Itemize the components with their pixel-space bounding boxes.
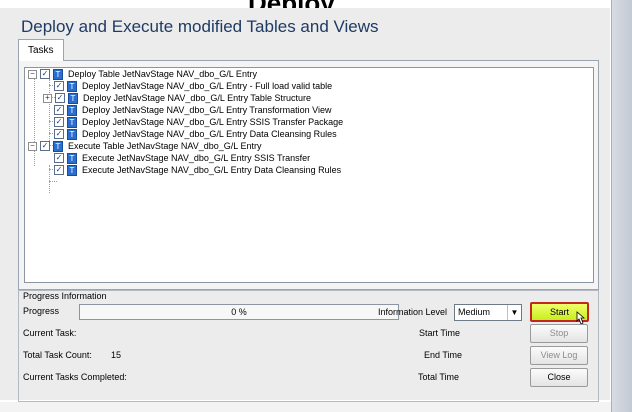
tree-connector: [49, 181, 57, 182]
window-bottom-edge: [0, 402, 611, 412]
total-task-count-label: Total Task Count:: [23, 350, 92, 360]
group-title: Progress Information: [23, 291, 107, 301]
start-button-label: Start: [549, 307, 569, 317]
tree-connector: [49, 79, 50, 149]
stop-button[interactable]: Stop: [530, 324, 588, 343]
tree-node-label: Execute Table JetNavStage NAV_dbo_G/L En…: [68, 141, 262, 151]
table-task-icon: T: [67, 80, 77, 92]
tree-node[interactable]: ✓ T Deploy JetNavStage NAV_dbo_G/L Entry…: [54, 116, 343, 128]
table-task-icon: T: [67, 164, 77, 176]
tree-node-label: Deploy JetNavStage NAV_dbo_G/L Entry SSI…: [82, 117, 344, 127]
progress-information-group: Progress Information Progress 0 % Inform…: [18, 290, 599, 402]
checkbox[interactable]: ✓: [54, 81, 64, 91]
current-tasks-completed-label: Current Tasks Completed:: [23, 372, 127, 382]
tree-node-label: Execute JetNavStage NAV_dbo_G/L Entry SS…: [82, 153, 311, 163]
task-tree[interactable]: − ✓ T Deploy Table JetNavStage NAV_dbo_G…: [24, 67, 594, 283]
table-task-icon: T: [67, 104, 77, 116]
tree-node-label: Deploy JetNavStage NAV_dbo_G/L Entry Dat…: [82, 129, 337, 139]
tree-node[interactable]: ✓ T Deploy JetNavStage NAV_dbo_G/L Entry…: [54, 104, 331, 116]
table-task-icon: T: [53, 68, 63, 80]
tree-node[interactable]: ✓ T Deploy JetNavStage NAV_dbo_G/L Entry…: [54, 128, 337, 140]
tree-node[interactable]: ✓ T Deploy JetNavStage NAV_dbo_G/L Entry…: [54, 80, 332, 92]
collapse-icon[interactable]: −: [28, 141, 37, 151]
total-task-count-value: 15: [111, 350, 122, 360]
dropdown-arrow-icon[interactable]: ▼: [507, 305, 521, 320]
tree-node[interactable]: ✓ T Execute JetNavStage NAV_dbo_G/L Entr…: [54, 152, 310, 164]
progress-label: Progress: [23, 306, 60, 316]
tree-node[interactable]: − ✓ T Execute Table JetNavStage NAV_dbo_…: [28, 140, 261, 152]
tree-connector: [34, 79, 35, 166]
progress-bar: 0 %: [79, 304, 399, 320]
collapse-icon[interactable]: −: [28, 69, 37, 79]
window-frame-edge: [611, 0, 632, 412]
tree-node-label: Execute JetNavStage NAV_dbo_G/L Entry Da…: [82, 165, 342, 175]
checkbox[interactable]: ✓: [54, 117, 64, 127]
checkbox[interactable]: ✓: [40, 141, 50, 151]
end-time-label: End Time: [424, 350, 463, 360]
start-button[interactable]: Start: [530, 302, 589, 325]
tasks-panel: − ✓ T Deploy Table JetNavStage NAV_dbo_G…: [18, 60, 599, 290]
tree-node[interactable]: ✓ T Execute JetNavStage NAV_dbo_G/L Entr…: [54, 164, 341, 176]
dialog-title: Deploy and Execute modified Tables and V…: [21, 17, 379, 36]
tree-node-label: Deploy JetNavStage NAV_dbo_G/L Entry - F…: [82, 81, 333, 91]
table-task-icon: T: [67, 128, 77, 140]
table-task-icon: T: [67, 116, 77, 128]
checkbox[interactable]: ✓: [54, 165, 64, 175]
tree-node[interactable]: − ✓ T Deploy Table JetNavStage NAV_dbo_G…: [28, 68, 257, 80]
information-level-select[interactable]: Medium ▼: [454, 304, 522, 321]
information-level-value: Medium: [458, 307, 491, 317]
checkbox[interactable]: ✓: [54, 129, 64, 139]
tree-node-label: Deploy JetNavStage NAV_dbo_G/L Entry Tra…: [82, 105, 332, 115]
tree-node[interactable]: + ✓ T Deploy JetNavStage NAV_dbo_G/L Ent…: [43, 92, 311, 104]
deploy-dialog: Deploy and Execute modified Tables and V…: [0, 8, 610, 410]
tree-node-label: Deploy Table JetNavStage NAV_dbo_G/L Ent…: [68, 69, 257, 79]
table-task-icon: T: [68, 92, 78, 104]
checkbox[interactable]: ✓: [40, 69, 50, 79]
checkbox[interactable]: ✓: [54, 105, 64, 115]
table-task-icon: T: [53, 140, 63, 152]
information-level-label: Information Level: [378, 307, 448, 317]
total-time-label: Total Time: [418, 372, 460, 382]
checkbox[interactable]: ✓: [54, 153, 64, 163]
current-task-label: Current Task:: [23, 328, 77, 338]
background-window-strip: Deploy: [0, 0, 632, 18]
tree-node-label: Deploy JetNavStage NAV_dbo_G/L Entry Tab…: [83, 93, 311, 103]
start-time-label: Start Time: [419, 328, 461, 338]
checkbox[interactable]: ✓: [55, 93, 65, 103]
expand-icon[interactable]: +: [43, 93, 52, 103]
close-button[interactable]: Close: [530, 368, 588, 387]
table-task-icon: T: [67, 152, 77, 164]
view-log-button[interactable]: View Log: [530, 346, 588, 365]
tab-tasks[interactable]: Tasks: [18, 39, 64, 61]
progress-percent: 0 %: [231, 307, 247, 317]
